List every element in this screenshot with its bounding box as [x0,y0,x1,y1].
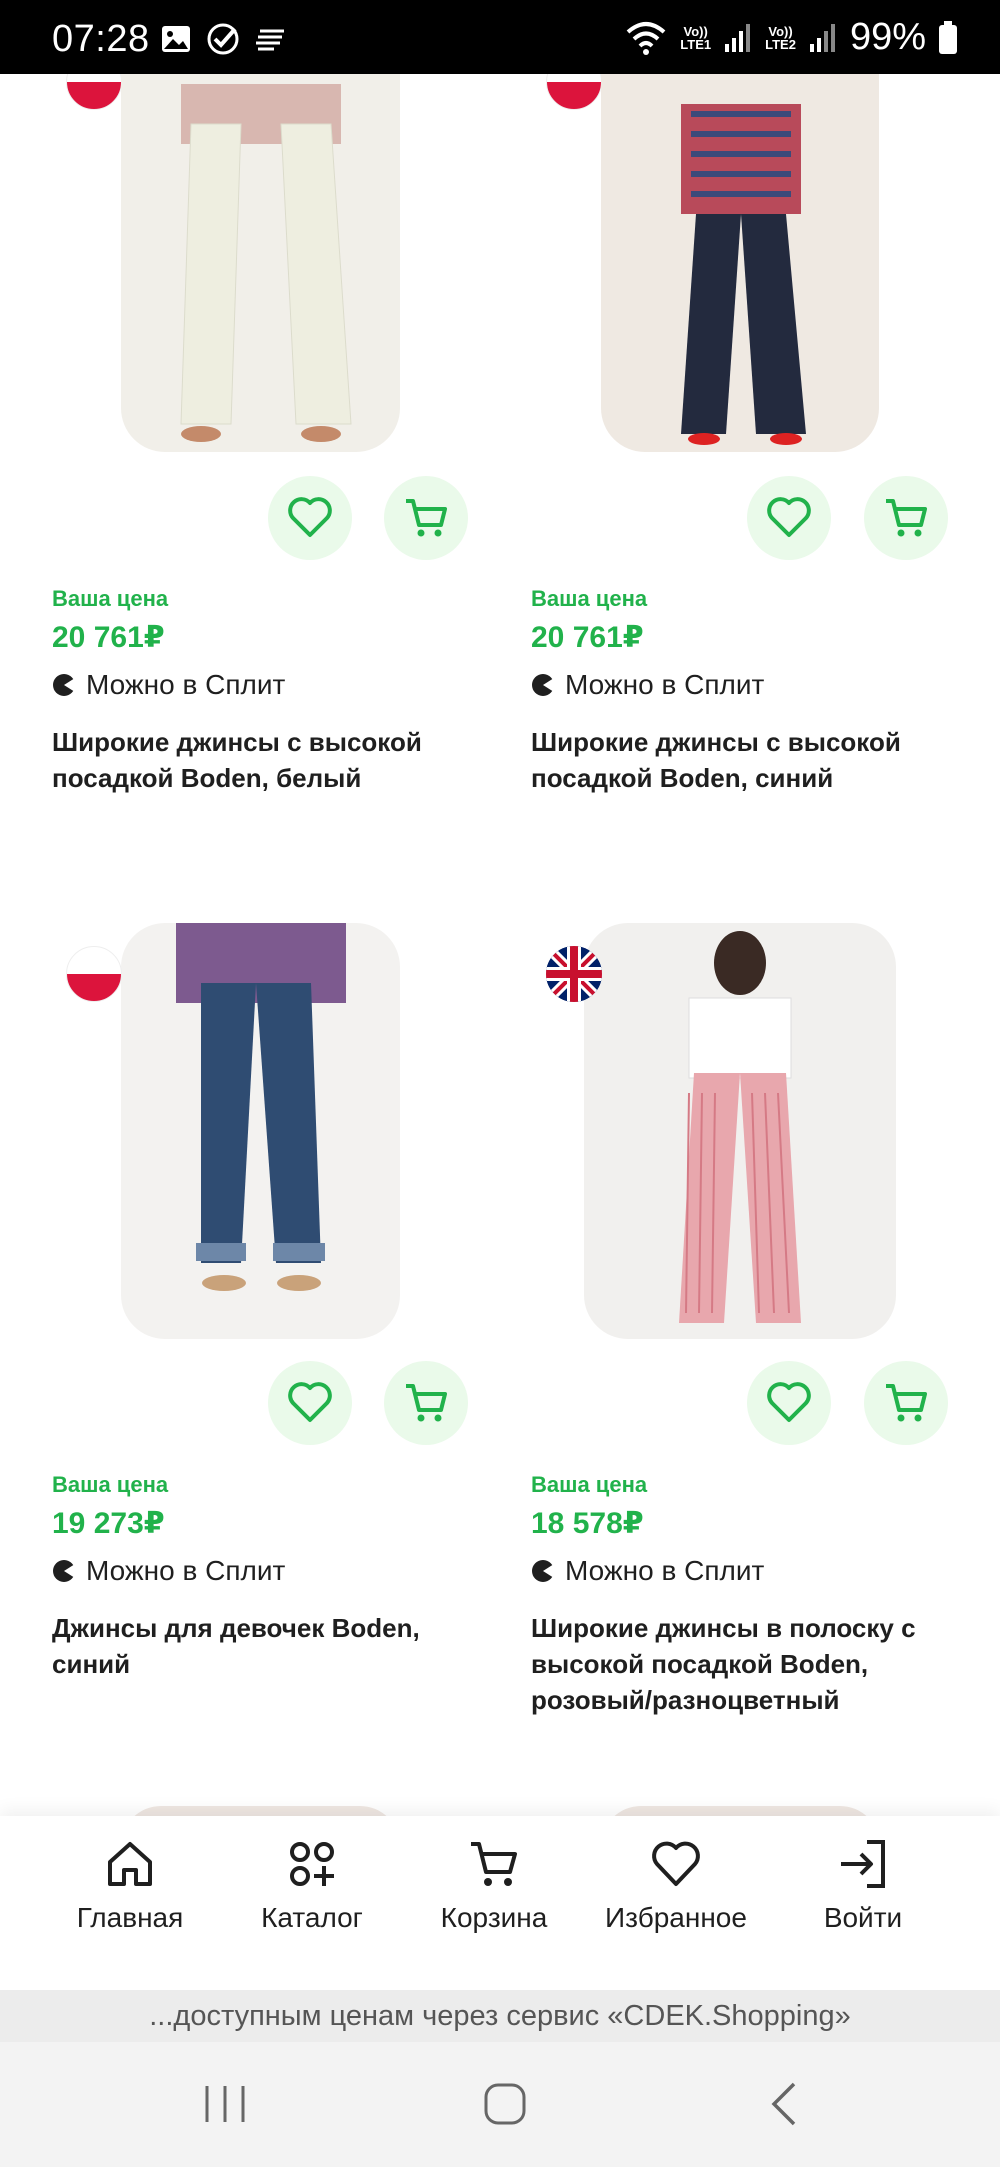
price: 20 761₽ [531,621,644,654]
product-image[interactable] [584,923,896,1339]
cart-icon [886,499,927,537]
cart-icon [406,1384,447,1422]
price: 19 273₽ [52,1507,165,1540]
poland-flag-icon [66,74,122,110]
login-icon [841,1840,885,1888]
split-icon [532,674,555,696]
cart-icon [886,1384,927,1422]
nav-login[interactable]: Войти [763,1838,963,1934]
system-navigation-bar [0,2042,1000,2167]
price-label: Ваша цена [531,1472,648,1497]
favorite-button[interactable] [268,1361,352,1445]
heart-icon [767,1382,811,1422]
status-right: Vo)) LTE1 Vo)) LTE2 99% [624,16,958,59]
nav-cart[interactable]: Корзина [394,1838,594,1934]
product-image[interactable] [601,74,879,452]
gallery-icon [162,26,190,52]
add-to-cart-button[interactable] [384,476,468,560]
price: 18 578₽ [531,1507,644,1540]
poland-flag-icon [546,74,602,110]
battery-percent: 99% [849,16,926,58]
favorite-button[interactable] [747,1361,831,1445]
status-time: 07:28 [52,18,150,60]
split-badge: Можно в Сплит [531,1555,764,1587]
split-badge: Можно в Сплит [531,669,764,701]
product-grid: Ваша цена 20 761₽ Можно в Сплит Широкие … [0,74,1000,1816]
home-icon [108,1842,152,1886]
heart-icon [767,497,811,537]
price-label: Ваша цена [52,586,169,611]
cart-icon [406,499,447,537]
signal-icon [809,23,835,52]
split-icon [53,674,76,696]
heart-icon [288,497,332,537]
uk-flag-icon [546,946,602,1002]
back-button[interactable] [768,2080,800,2128]
product-title[interactable]: Широкие джинсы с высокой посадкой Boden,… [531,724,981,796]
status-bar: 07:28 Vo)) LTE1 Vo)) LTE2 99% [0,0,1000,74]
product-image-peek[interactable] [601,1806,880,1816]
price-label: Ваша цена [531,586,648,611]
bottom-navigation: Главная Каталог Корзина Избранное Войти [0,1816,1000,1990]
favorite-button[interactable] [268,476,352,560]
signal-icon [725,23,751,52]
battery-icon [939,20,957,54]
product-image[interactable] [121,923,400,1339]
favorite-button[interactable] [747,476,831,560]
add-to-cart-button[interactable] [864,1361,948,1445]
price: 20 761₽ [52,621,165,654]
split-badge: Можно в Сплит [52,1555,285,1587]
lines-icon [256,29,284,51]
nav-home[interactable]: Главная [30,1838,230,1934]
sim1-indicator: Vo)) LTE1 [680,23,712,52]
add-to-cart-button[interactable] [384,1361,468,1445]
split-badge: Можно в Сплит [52,669,285,701]
price-label: Ваша цена [52,1472,169,1497]
split-icon [532,1560,555,1582]
nav-favorites[interactable]: Избранное [576,1838,776,1934]
add-to-cart-button[interactable] [864,476,948,560]
product-title[interactable]: Широкие джинсы с высокой посадкой Boden,… [52,724,502,796]
product-title[interactable]: Широкие джинсы в полоску с высокой посад… [531,1610,981,1718]
heart-icon [652,1841,700,1886]
product-title[interactable]: Джинсы для девочек Boden, синий [52,1610,502,1682]
nav-catalog[interactable]: Каталог [212,1838,412,1934]
notification-icons [160,22,286,56]
cart-icon [471,1842,517,1886]
wifi-icon [626,21,666,55]
home-button[interactable] [483,2082,527,2126]
split-icon [53,1560,76,1582]
product-image[interactable] [121,74,400,452]
product-image-peek[interactable] [121,1806,400,1816]
check-circle-icon [207,23,239,55]
heart-icon [288,1382,332,1422]
recent-apps-button[interactable] [203,2084,247,2124]
sim2-indicator: Vo)) LTE2 [765,23,796,52]
poland-flag-icon [66,946,122,1002]
catalog-icon [290,1842,334,1886]
service-banner[interactable]: ...доступным ценам через сервис «CDEK.Sh… [0,1990,1000,2042]
